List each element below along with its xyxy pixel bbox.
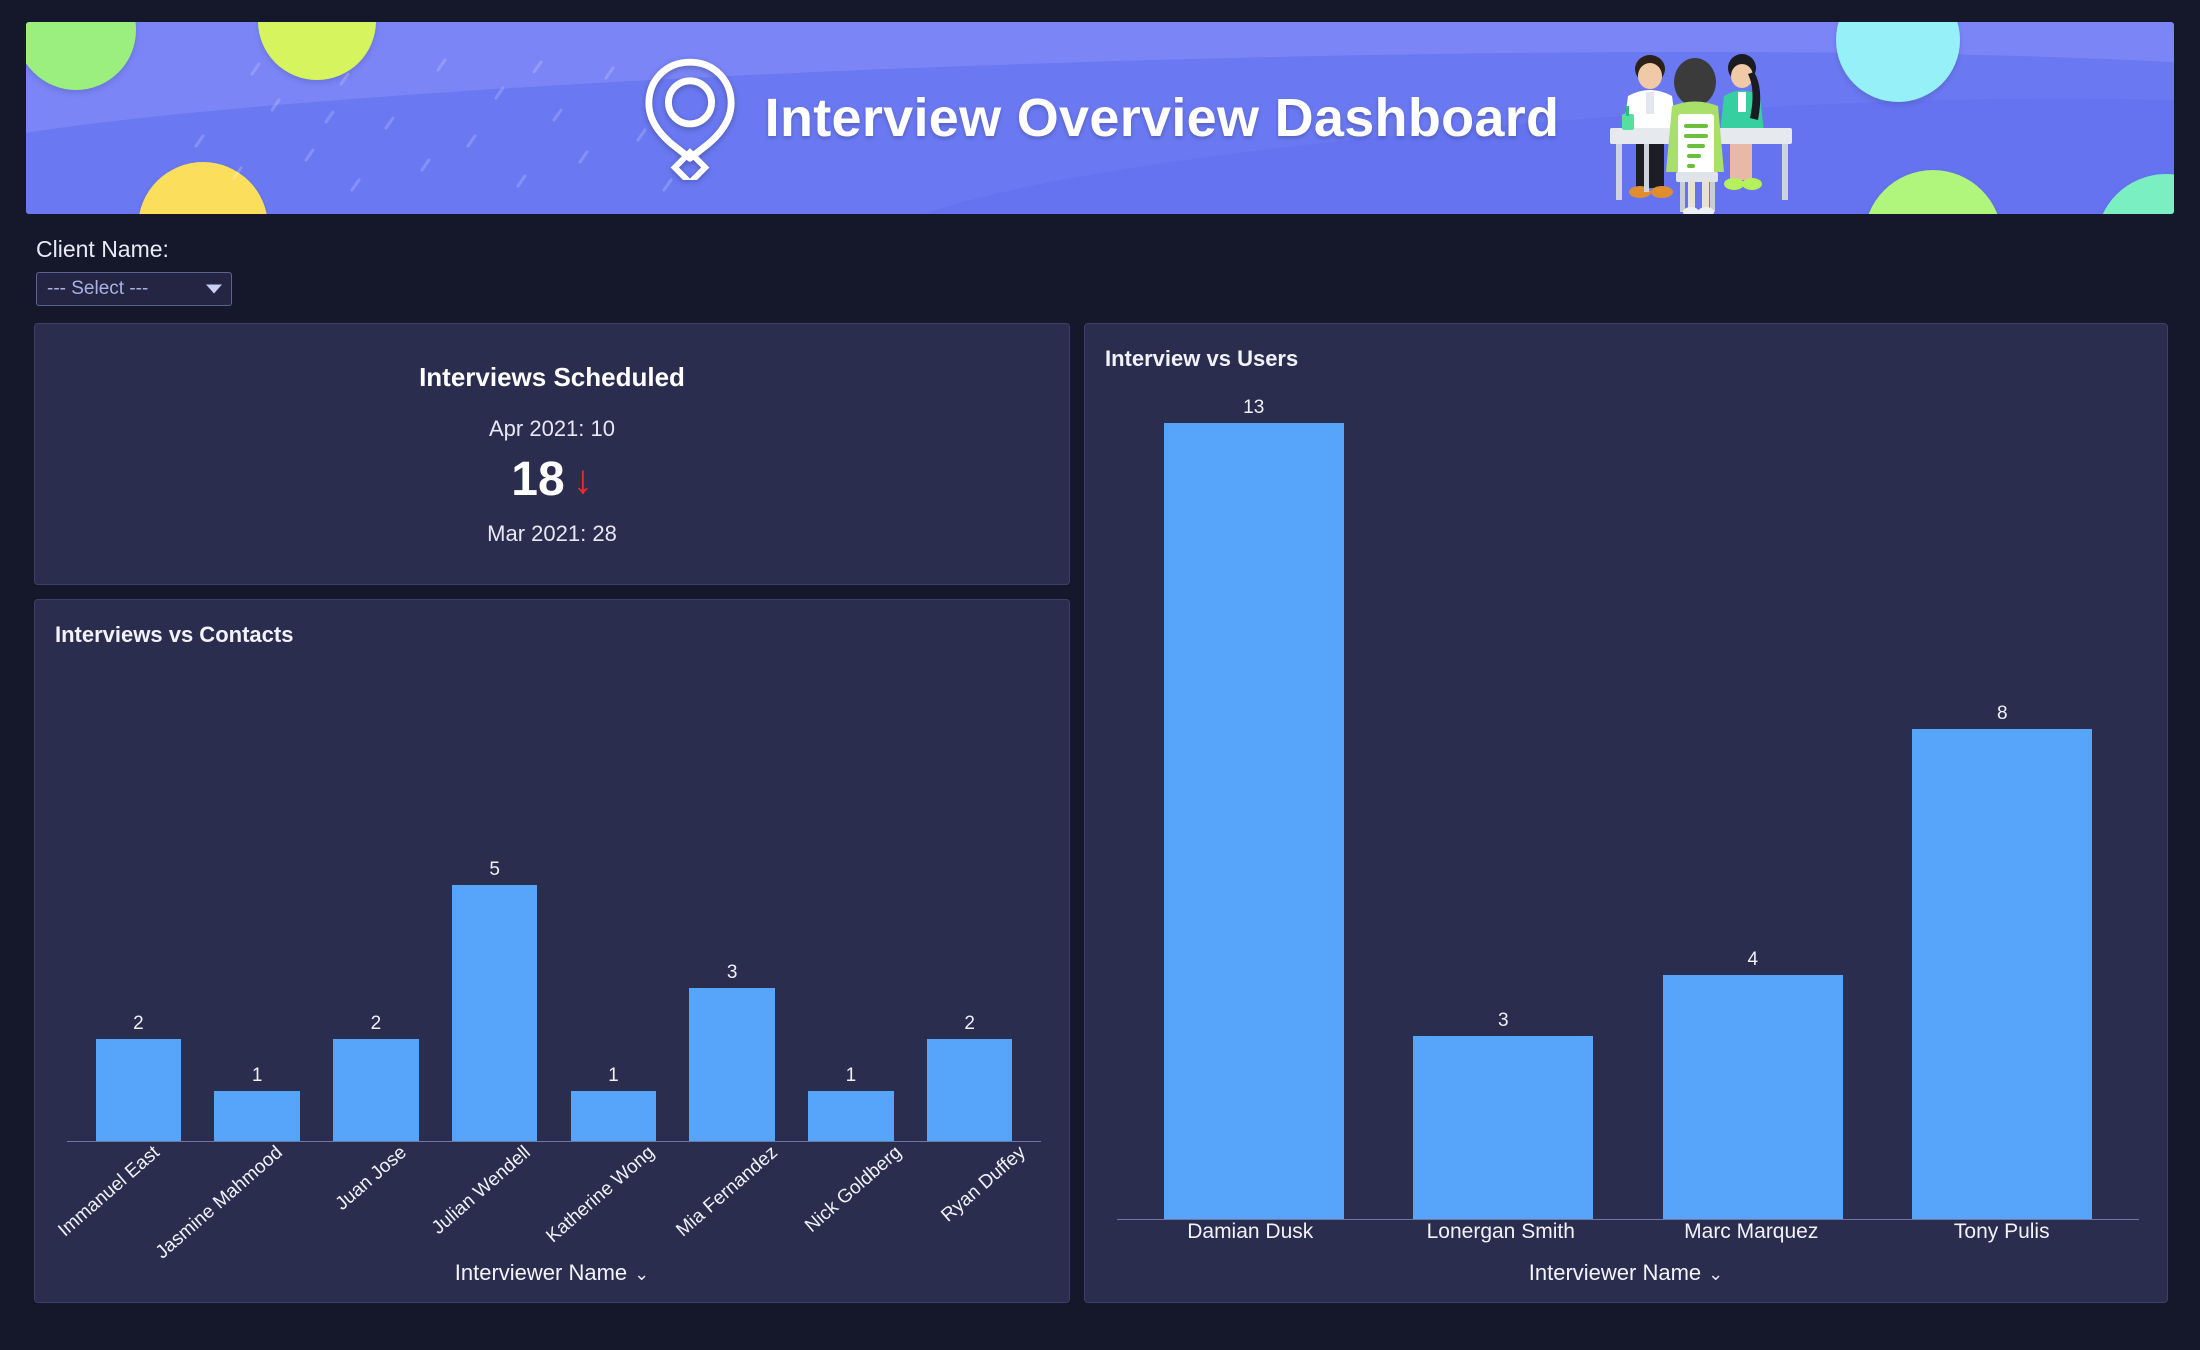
bar-slot[interactable]: 2 xyxy=(79,648,198,1142)
interviews-vs-contacts-panel: Interviews vs Contacts 2 1 2 5 1 3 1 2 Immanuel… xyxy=(34,599,1070,1303)
dashboard-page: Interview Overview Dashboard Client Name… xyxy=(0,0,2200,1350)
x-axis-title-users[interactable]: Interviewer Name ⌄ xyxy=(1085,1260,2167,1302)
bar-series-contacts: 2 1 2 5 1 3 1 2 xyxy=(79,648,1029,1142)
page-title: Interview Overview Dashboard xyxy=(764,88,1560,148)
bar-slot[interactable]: 1 xyxy=(554,648,673,1142)
bar-slot[interactable]: 1 xyxy=(792,648,911,1142)
bar-slot[interactable]: 2 xyxy=(910,648,1029,1142)
bar[interactable] xyxy=(333,1039,419,1142)
arrow-down-icon: ↓ xyxy=(572,458,593,502)
plot-area-users: 13 3 4 8 xyxy=(1107,372,2145,1220)
bar[interactable] xyxy=(1662,974,1843,1220)
bar-slot[interactable]: 4 xyxy=(1628,372,1878,1220)
kpi-current-period: Apr 2021: 10 xyxy=(489,416,615,441)
client-filter: Client Name: --- Select --- xyxy=(26,236,2174,306)
chart-title-users: Interview vs Users xyxy=(1105,346,1299,371)
bar[interactable] xyxy=(926,1039,1013,1142)
dashboard-banner: Interview Overview Dashboard xyxy=(26,22,2174,214)
bar[interactable] xyxy=(214,1090,300,1142)
dashboard-grid: Interviews Scheduled Apr 2021: 10 18 ↓ M… xyxy=(26,323,2174,1303)
bar[interactable] xyxy=(689,987,775,1142)
x-tick-label: Julian Wendell xyxy=(427,1142,535,1239)
chevron-down-icon: ⌄ xyxy=(1708,1264,1724,1284)
kpi-value: 18 xyxy=(511,453,565,506)
x-tick-label: Marc Marquez xyxy=(1684,1220,1819,1243)
bar-value-label: 3 xyxy=(726,961,738,983)
client-name-selected-value: --- Select --- xyxy=(47,278,149,299)
bar-value-label: 2 xyxy=(964,1013,975,1035)
x-axis-title-text-contacts: Interviewer Name xyxy=(454,1260,628,1285)
bar-value-label: 1 xyxy=(251,1064,263,1086)
bar-value-label: 3 xyxy=(1497,1010,1509,1032)
bar[interactable] xyxy=(451,885,538,1142)
bar-value-label: 2 xyxy=(370,1013,382,1035)
x-tick-labels-users: Damian Dusk Lonergan Smith Marc Marquez Ton… xyxy=(1125,1220,2127,1260)
kpi-previous-period: Mar 2021: 28 xyxy=(487,521,617,546)
x-tick-label: Lonergan Smith xyxy=(1426,1220,1575,1243)
client-name-label: Client Name: xyxy=(36,236,169,262)
chart-title-contacts: Interviews vs Contacts xyxy=(55,622,294,647)
x-tick-label: Jasmine Mahmood xyxy=(152,1142,288,1264)
x-axis-line-users xyxy=(1117,1219,2139,1220)
interview-panel-illustration xyxy=(1610,54,1792,214)
chevron-down-icon: ⌄ xyxy=(634,1264,650,1284)
bar-slot[interactable]: 5 xyxy=(435,648,554,1142)
interview-pin-logo-icon xyxy=(645,58,735,180)
bar-slot[interactable]: 3 xyxy=(1379,372,1629,1220)
bar-value-label: 5 xyxy=(489,859,500,881)
kpi-title: Interviews Scheduled xyxy=(419,362,685,392)
bar-value-label: 1 xyxy=(608,1064,619,1086)
bar-value-label: 8 xyxy=(1996,703,2008,725)
bar[interactable] xyxy=(95,1039,182,1142)
x-tick-label: Damian Dusk xyxy=(1187,1220,1314,1243)
x-axis-title-contacts[interactable]: Interviewer Name ⌄ xyxy=(35,1260,1069,1302)
x-tick-label: Katherine Wong xyxy=(542,1142,659,1248)
x-axis-title-text-users: Interviewer Name xyxy=(1528,1260,1702,1285)
left-column: Interviews Scheduled Apr 2021: 10 18 ↓ M… xyxy=(34,323,1070,1303)
bar-slot[interactable]: 2 xyxy=(317,648,436,1142)
client-name-select[interactable]: --- Select --- xyxy=(36,272,232,306)
right-column: Interview vs Users 13 3 4 8 Damian Dusk Lone… xyxy=(1084,323,2168,1303)
bar-slot[interactable]: 1 xyxy=(198,648,317,1142)
x-tick-label: Tony Pulis xyxy=(1953,1220,2050,1243)
bar-value-label: 13 xyxy=(1243,396,1265,418)
bar[interactable] xyxy=(1912,729,2093,1220)
chevron-down-icon xyxy=(206,284,222,294)
x-tick-label: Juan Jose xyxy=(331,1142,411,1215)
plot-area-contacts: 2 1 2 5 1 3 1 2 xyxy=(57,648,1047,1142)
bar-slot[interactable]: 8 xyxy=(1878,372,2128,1220)
bar-slot[interactable]: 13 xyxy=(1129,372,1379,1220)
bar-value-label: 4 xyxy=(1747,948,1759,970)
interviews-scheduled-kpi-card: Interviews Scheduled Apr 2021: 10 18 ↓ M… xyxy=(34,323,1070,585)
bar-series-users: 13 3 4 8 xyxy=(1129,372,2127,1220)
x-tick-label: Immanuel East xyxy=(54,1142,164,1241)
x-tick-label: Nick Goldberg xyxy=(801,1142,906,1237)
bar-slot[interactable]: 3 xyxy=(673,648,792,1142)
interview-vs-users-panel: Interview vs Users 13 3 4 8 Damian Dusk Lone… xyxy=(1084,323,2168,1303)
x-tick-label: Mia Fernandez xyxy=(672,1142,783,1241)
x-tick-labels-contacts: Immanuel East Jasmine Mahmood Juan Jose Jul… xyxy=(54,1142,1047,1263)
bar[interactable] xyxy=(808,1090,894,1142)
x-tick-label: Ryan Duffey xyxy=(937,1142,1030,1227)
kpi-main-row: 18 ↓ xyxy=(511,456,592,504)
bar[interactable] xyxy=(1413,1036,1594,1220)
bar-value-label: 2 xyxy=(133,1013,144,1035)
bar[interactable] xyxy=(570,1090,657,1142)
bar[interactable] xyxy=(1163,422,1344,1220)
bar-value-label: 1 xyxy=(845,1064,857,1086)
